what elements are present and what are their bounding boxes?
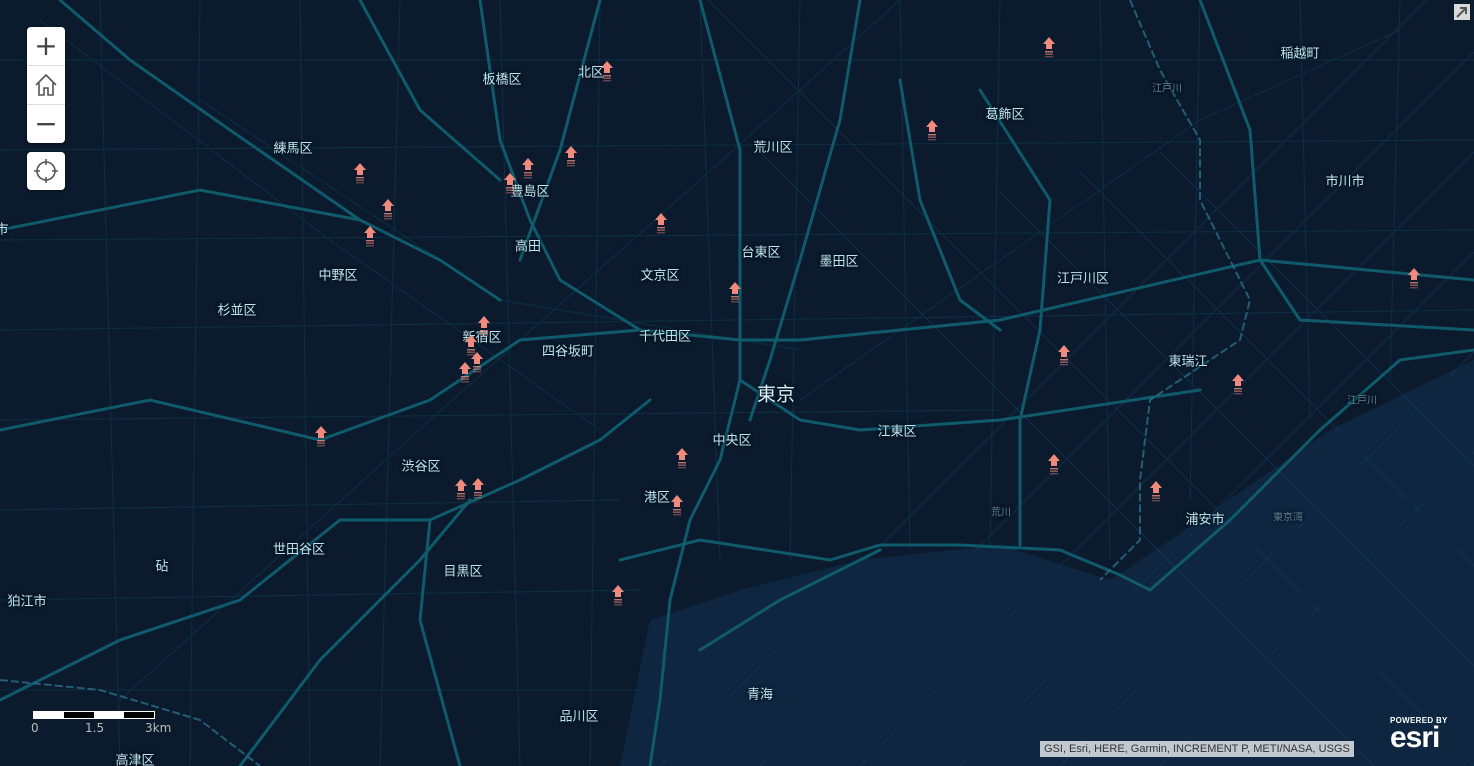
expand-icon[interactable] (1454, 4, 1470, 20)
building-marker-icon[interactable] (503, 173, 517, 195)
locate-icon (34, 159, 58, 183)
place-label: 荒川区 (753, 140, 793, 156)
building-marker-icon[interactable] (521, 158, 535, 180)
place-label: 渋谷区 (401, 459, 441, 475)
building-marker-icon[interactable] (925, 120, 939, 142)
scalebar-tick-0: 0 (31, 721, 39, 735)
locate-control (27, 152, 65, 190)
place-label: 江東区 (877, 424, 917, 440)
place-label: 練馬区 (273, 141, 313, 157)
building-marker-icon[interactable] (611, 585, 625, 607)
place-label: 港区 (643, 490, 671, 506)
place-label: 浦安市 (1185, 512, 1225, 528)
building-marker-icon[interactable] (675, 448, 689, 470)
scalebar-bar (33, 711, 155, 719)
minus-icon: − (34, 107, 58, 140)
place-label: 杉並区 (217, 303, 257, 319)
zoom-control: + − (27, 27, 65, 143)
building-marker-icon[interactable] (1047, 454, 1061, 476)
esri-wordmark: esri (1390, 721, 1440, 754)
place-label: 江戸川区 (1056, 271, 1110, 287)
home-icon (35, 73, 57, 96)
place-label: 高田 (514, 239, 542, 255)
building-marker-icon[interactable] (654, 213, 668, 235)
attribution[interactable]: GSI, Esri, HERE, Garmin, INCREMENT P, ME… (1040, 741, 1354, 757)
place-label: 荒川 (991, 507, 1011, 519)
building-marker-icon[interactable] (458, 362, 472, 384)
place-label: 千代田区 (638, 329, 692, 345)
building-marker-icon[interactable] (1149, 481, 1163, 503)
place-label: 稲越町 (1280, 46, 1320, 62)
place-label: 品川区 (559, 709, 599, 725)
place-label: 中央区 (712, 433, 752, 449)
place-label: 東瑞江 (1168, 354, 1208, 370)
basemap (0, 0, 1474, 766)
place-label: 四谷坂町 (541, 344, 595, 360)
building-marker-icon[interactable] (477, 316, 491, 338)
zoom-in-button[interactable]: + (27, 27, 65, 66)
building-marker-icon[interactable] (728, 282, 742, 304)
building-marker-icon[interactable] (470, 352, 484, 374)
place-label: 文京区 (640, 268, 680, 284)
map-view[interactable]: 板橋区 北区 葛飾区 稲越町 練馬区 荒川区 豊島区 江戸川 市川市 高田 台東区 墨田区 中野区 文京区… (0, 0, 1474, 766)
building-marker-icon[interactable] (564, 146, 578, 168)
esri-logo[interactable]: POWERED BY esri (1390, 716, 1448, 754)
building-marker-icon[interactable] (454, 479, 468, 501)
home-button[interactable] (27, 66, 65, 105)
place-label: 狛江市 (7, 594, 47, 610)
place-label: 市川市 (1325, 174, 1365, 190)
zoom-out-button[interactable]: − (27, 105, 65, 143)
place-label: 葛飾区 (985, 107, 1025, 123)
building-marker-icon[interactable] (314, 426, 328, 448)
place-label: 墨田区 (819, 254, 859, 270)
building-marker-icon[interactable] (471, 478, 485, 500)
scalebar-tick-1: 1.5 (85, 721, 105, 735)
place-label: 中野区 (318, 268, 358, 284)
building-marker-icon[interactable] (670, 495, 684, 517)
building-marker-icon[interactable] (381, 199, 395, 221)
place-label: 東京湾 (1273, 512, 1303, 524)
place-label: 板橋区 (482, 72, 522, 88)
place-label: 市 (0, 222, 9, 238)
building-marker-icon[interactable] (363, 226, 377, 248)
place-label: 世田谷区 (272, 542, 326, 558)
place-label: 青海 (746, 687, 774, 703)
building-marker-icon[interactable] (1407, 268, 1421, 290)
scalebar-tick-2: 3km (145, 721, 172, 735)
place-label: 江戸川 (1347, 395, 1377, 407)
place-label: 台東区 (741, 245, 781, 261)
place-label: 江戸川 (1152, 83, 1182, 95)
place-label: 砧 (155, 559, 169, 575)
building-marker-icon[interactable] (353, 163, 367, 185)
place-label: 高津区 (115, 753, 155, 766)
building-marker-icon[interactable] (1231, 374, 1245, 396)
place-label: 東京 (756, 383, 796, 406)
plus-icon: + (34, 29, 58, 62)
building-marker-icon[interactable] (1057, 345, 1071, 367)
building-marker-icon[interactable] (1042, 37, 1056, 59)
place-label: 目黒区 (443, 564, 483, 580)
locate-button[interactable] (27, 152, 65, 190)
scalebar: 0 1.5 3km (31, 711, 193, 735)
building-marker-icon[interactable] (600, 61, 614, 83)
